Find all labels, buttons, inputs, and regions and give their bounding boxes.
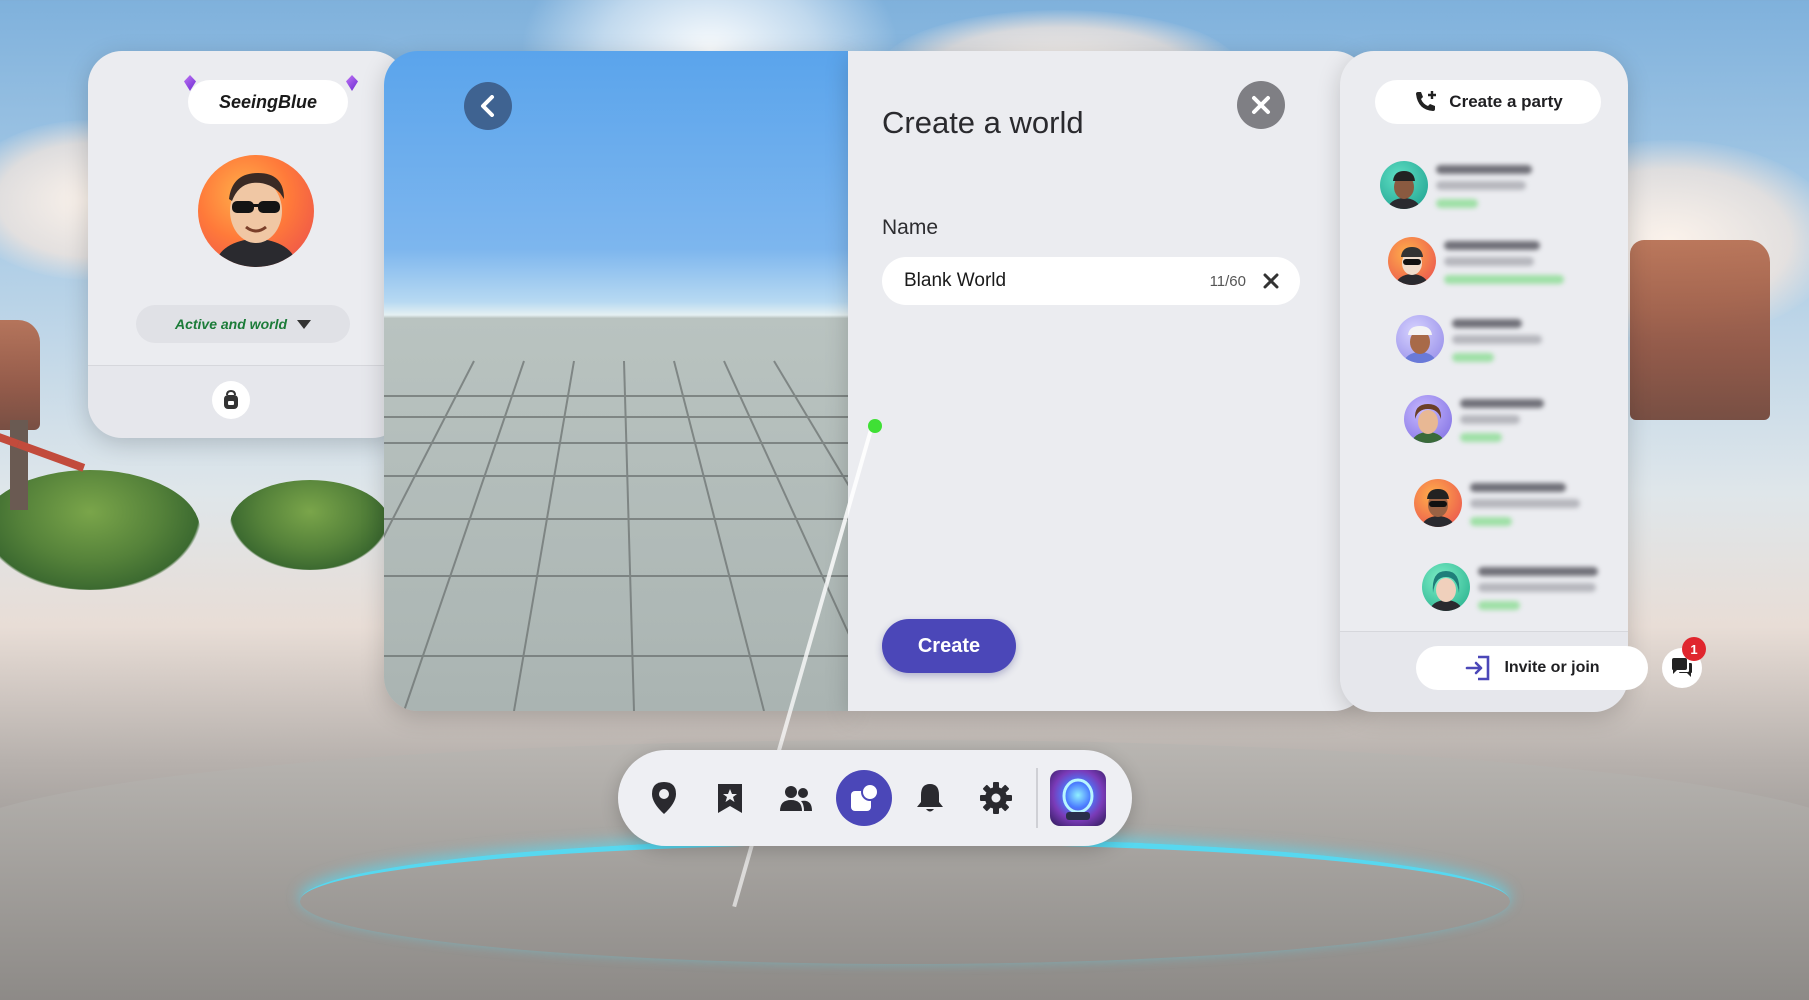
location-button[interactable] (636, 770, 692, 826)
close-icon (1252, 96, 1270, 114)
people-panel: Create a party Invite or join 1 (1340, 51, 1706, 712)
friend-list-item[interactable] (1380, 161, 1600, 217)
friend-list-item[interactable] (1414, 479, 1634, 535)
create-button[interactable]: Create (882, 619, 1016, 673)
avatar (1380, 161, 1428, 209)
close-button[interactable] (1237, 81, 1285, 129)
friend-avatar-icon (1430, 571, 1462, 611)
status-label: Active and world (174, 316, 288, 332)
friend-handle (1478, 583, 1596, 592)
grid-floor-icon (384, 360, 850, 711)
friend-avatar-icon (1404, 326, 1436, 363)
friend-status (1452, 353, 1494, 362)
friend-handle (1470, 499, 1580, 508)
create-world-panel: Create a world Name Blank World 11/60 Cr… (848, 51, 1368, 711)
friend-avatar-icon (1422, 489, 1454, 527)
windmill (10, 420, 28, 510)
app-thumbnail[interactable] (1050, 770, 1106, 826)
friend-handle (1460, 415, 1520, 424)
island (230, 480, 390, 570)
invite-or-join-button[interactable]: Invite or join (1416, 646, 1648, 690)
clear-icon (1263, 273, 1279, 289)
page-title: Create a world (882, 105, 1084, 140)
clear-input-button[interactable] (1260, 270, 1282, 292)
friend-status (1436, 199, 1478, 208)
backpack-button[interactable] (212, 381, 250, 419)
settings-button[interactable] (968, 770, 1024, 826)
friend-name (1460, 399, 1544, 408)
friend-list-item[interactable] (1404, 395, 1624, 451)
avatar (1422, 563, 1470, 611)
friend-handle (1452, 335, 1542, 344)
avatar (1396, 315, 1444, 363)
cliff (0, 320, 40, 430)
friend-avatar-icon (1396, 247, 1428, 285)
gear-icon (980, 782, 1012, 814)
friend-handle (1436, 181, 1526, 190)
platform-ring (300, 838, 1510, 964)
avatar (1404, 395, 1452, 443)
pointer-cursor (868, 419, 882, 433)
avatar-face-icon (216, 173, 296, 267)
friend-name (1478, 567, 1598, 576)
friend-list-item[interactable] (1422, 563, 1642, 619)
char-counter: 11/60 (1209, 272, 1246, 290)
avatar (1414, 479, 1462, 527)
notifications-button[interactable] (902, 770, 958, 826)
status-dropdown[interactable]: Active and world (136, 305, 350, 343)
create-party-button[interactable]: Create a party (1375, 80, 1601, 124)
notification-badge: 1 (1682, 637, 1706, 661)
back-button[interactable] (464, 82, 512, 130)
avatar[interactable] (198, 155, 314, 267)
enter-icon (1466, 655, 1490, 681)
cliff (1630, 240, 1770, 420)
portal-icon (1062, 778, 1094, 820)
name-label: Name (882, 216, 939, 239)
bell-icon (917, 784, 943, 812)
caret-down-icon (297, 319, 312, 329)
world-name-value[interactable]: Blank World (904, 270, 1210, 292)
friend-avatar-icon (1388, 171, 1420, 209)
add-call-icon (1416, 91, 1437, 111)
avatar (1388, 237, 1436, 285)
friend-name (1444, 241, 1540, 250)
people-icon (780, 786, 812, 811)
friend-status (1470, 517, 1512, 526)
location-icon (652, 782, 676, 814)
people-button[interactable] (768, 770, 824, 826)
island (0, 470, 200, 590)
create-party-label: Create a party (1449, 92, 1563, 111)
friend-avatar-icon (1412, 404, 1444, 443)
friend-status (1460, 433, 1502, 442)
gem-icon (346, 75, 358, 91)
profile-panel: SeeingBlue Active and world (88, 51, 406, 438)
chat-icon (1672, 658, 1692, 677)
bottom-dock (618, 750, 1132, 846)
chevron-left-icon (481, 95, 494, 117)
friend-status (1444, 275, 1564, 284)
invite-label: Invite or join (1504, 659, 1600, 676)
friend-list-item[interactable] (1388, 237, 1608, 293)
world-name-field[interactable]: Blank World 11/60 (882, 257, 1300, 305)
friend-name (1436, 165, 1532, 174)
world-preview (384, 51, 850, 711)
create-icon (851, 783, 879, 811)
friend-name (1470, 483, 1566, 492)
backpack-icon (224, 390, 238, 409)
dock-divider (1036, 768, 1038, 828)
saved-worlds-button[interactable] (702, 770, 758, 826)
create-button-dock[interactable] (836, 770, 892, 826)
friend-list-item[interactable] (1396, 315, 1616, 371)
friend-handle (1444, 257, 1534, 266)
username: SeeingBlue (188, 80, 348, 124)
saved-worlds-icon (718, 784, 742, 813)
friend-status (1478, 601, 1520, 610)
friend-name (1452, 319, 1522, 328)
